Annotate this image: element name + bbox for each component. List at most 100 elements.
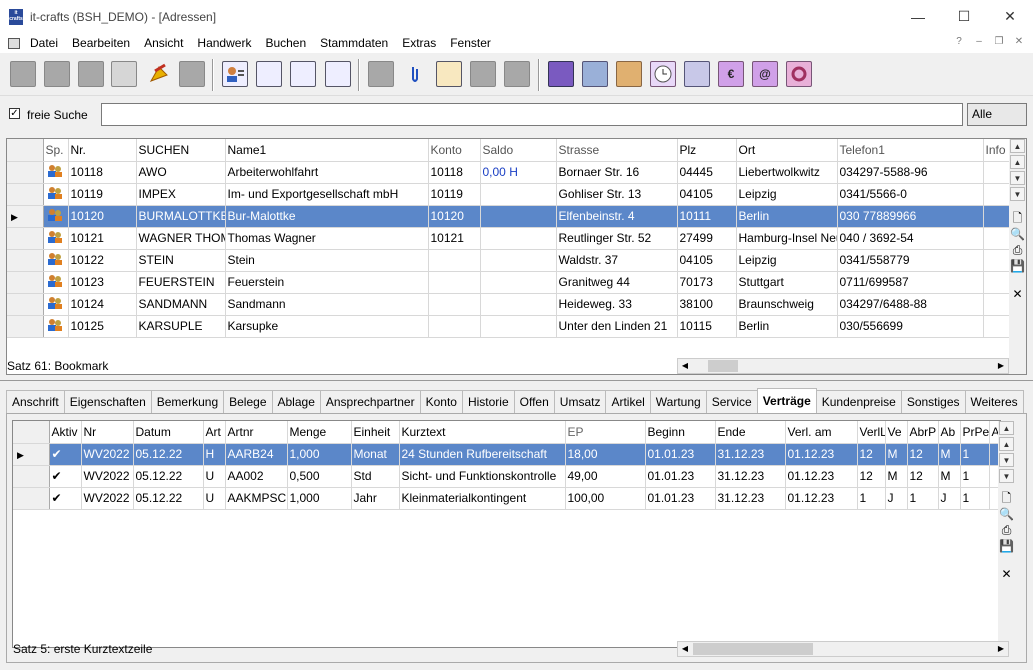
cell-ab[interactable]: J — [938, 487, 961, 510]
cell-konto[interactable]: 10118 — [428, 161, 481, 184]
cell-menge[interactable]: 1,000 — [287, 487, 352, 510]
cell-info[interactable] — [983, 227, 1011, 250]
menu-ansicht[interactable]: Ansicht — [144, 36, 183, 50]
menu-extras[interactable]: Extras — [402, 36, 436, 50]
cell-saldo[interactable]: 0,00 H — [480, 161, 557, 184]
cell-verl[interactable]: 01.12.23 — [785, 487, 858, 510]
address-card-icon[interactable] — [222, 61, 248, 87]
cell-verl[interactable]: 01.12.23 — [785, 465, 858, 488]
cell-name1[interactable]: Feuerstein — [225, 271, 429, 294]
table-row[interactable]: 10123 FEUERSTEIN Feuerstein Granitweg 44 701… — [7, 271, 1011, 294]
tab-anschrift[interactable]: Anschrift — [6, 390, 65, 413]
document-icon[interactable] — [256, 61, 282, 87]
save-icon[interactable]: 💾 — [999, 539, 1014, 554]
cell-saldo[interactable] — [480, 271, 557, 294]
cell-name1[interactable]: Bur-Malottke — [225, 205, 429, 228]
tab-belege[interactable]: Belege — [223, 390, 273, 413]
cell-nr[interactable]: 10122 — [68, 249, 137, 272]
cell-artnr[interactable]: AA002 — [225, 465, 288, 488]
cell-art[interactable]: U — [203, 465, 226, 488]
cell-konto[interactable] — [428, 293, 481, 316]
cell-nr[interactable]: 10123 — [68, 271, 137, 294]
minimize-button[interactable]: — — [895, 0, 941, 33]
cell-suchen[interactable]: WAGNER THOM — [136, 227, 226, 250]
cell-info[interactable] — [983, 205, 1011, 228]
tab-kundenpreise[interactable]: Kundenpreise — [815, 390, 902, 413]
cell-artnr[interactable]: AARB24 — [225, 443, 288, 466]
table-row[interactable]: ▶ 10120 BURMALOTTKE Bur-Malottke 10120 Elfenb… — [7, 205, 1011, 228]
cell-ve[interactable]: M — [885, 465, 908, 488]
tab-umsatz[interactable]: Umsatz — [553, 390, 607, 413]
col-nr[interactable]: Nr. — [68, 139, 137, 162]
cell-plz[interactable]: 04105 — [677, 183, 737, 206]
col-verl-am[interactable]: Verl. am — [785, 421, 858, 444]
tab-eigenschaften[interactable]: Eigenschaften — [63, 390, 152, 413]
scroll-left-icon[interactable]: ◀ — [678, 359, 692, 373]
new-record-icon[interactable]: 🗋 — [1010, 211, 1025, 226]
cell-kurztext[interactable]: Sicht- und Funktionskontrolle — [399, 465, 566, 488]
cell-art[interactable]: U — [203, 487, 226, 510]
cell-ep[interactable]: 49,00 — [565, 465, 646, 488]
cell-ab[interactable]: M — [938, 443, 961, 466]
cell-info[interactable] — [983, 183, 1011, 206]
row-indicator[interactable]: ▶ — [7, 205, 44, 228]
cell-suchen[interactable]: SANDMANN — [136, 293, 226, 316]
cell-verll[interactable]: 12 — [857, 443, 886, 466]
table-row[interactable]: 10118 AWO Arbeiterwohlfahrt 10118 0,00 H Born… — [7, 161, 1011, 184]
cell-ende[interactable]: 31.12.23 — [715, 443, 786, 466]
cell-prpe[interactable]: 1 — [960, 465, 990, 488]
menu-buchen[interactable]: Buchen — [265, 36, 306, 50]
col-beginn[interactable]: Beginn — [645, 421, 716, 444]
tab-wartung[interactable]: Wartung — [649, 390, 707, 413]
col-ve[interactable]: Ve — [885, 421, 908, 444]
cell-plz[interactable]: 04445 — [677, 161, 737, 184]
edit-icon[interactable] — [44, 61, 70, 87]
cell-info[interactable] — [983, 271, 1011, 294]
people-icon[interactable] — [582, 61, 608, 87]
calendar-note-icon[interactable] — [290, 61, 316, 87]
cell-suchen[interactable]: FEUERSTEIN — [136, 271, 226, 294]
cell-nr[interactable]: 10120 — [68, 205, 137, 228]
row-indicator[interactable] — [13, 487, 50, 510]
cell-suchen[interactable]: BURMALOTTKE — [136, 205, 226, 228]
col-suchen[interactable]: SUCHEN — [136, 139, 226, 162]
col-kurztext[interactable]: Kurztext — [399, 421, 566, 444]
col-art[interactable]: Art — [203, 421, 226, 444]
cell-verll[interactable]: 12 — [857, 465, 886, 488]
tab-weiteres[interactable]: Weiteres — [964, 390, 1024, 413]
cell-ab[interactable]: M — [938, 465, 961, 488]
save-icon[interactable]: 💾 — [1010, 259, 1025, 274]
free-search-checkbox[interactable]: ✓ — [9, 108, 20, 119]
maximize-button[interactable]: ☐ — [941, 0, 987, 33]
cell-plz[interactable]: 27499 — [677, 227, 737, 250]
table-row[interactable]: 10121 WAGNER THOM Thomas Wagner 10121 Reutli… — [7, 227, 1011, 250]
scroll-right-icon[interactable]: ▶ — [994, 642, 1008, 656]
cell-strasse[interactable]: Heideweg. 33 — [556, 293, 678, 316]
menu-bearbeiten[interactable]: Bearbeiten — [72, 36, 130, 50]
cell-einheit[interactable]: Std — [351, 465, 400, 488]
contracts-hscroll-thumb[interactable] — [693, 643, 813, 655]
filter-select[interactable]: Alle — [967, 103, 1027, 126]
export-icon[interactable] — [145, 61, 171, 87]
menu-datei[interactable]: Datei — [30, 36, 58, 50]
search-input[interactable] — [101, 103, 963, 126]
col-verll[interactable]: VerlL — [857, 421, 886, 444]
cell-datum[interactable]: 05.12.22 — [133, 465, 204, 488]
col-abrp[interactable]: AbrP — [907, 421, 939, 444]
col-aktiv[interactable]: Aktiv — [49, 421, 82, 444]
cell-aktiv[interactable]: ✔ — [49, 487, 82, 510]
row-indicator[interactable] — [13, 465, 50, 488]
scroll-left-icon[interactable]: ◀ — [678, 642, 692, 656]
cell-menge[interactable]: 0,500 — [287, 465, 352, 488]
cell-nr[interactable]: 10119 — [68, 183, 137, 206]
col-name1[interactable]: Name1 — [225, 139, 429, 162]
col-ort[interactable]: Ort — [736, 139, 838, 162]
row-indicator[interactable] — [7, 161, 44, 184]
cell-ort[interactable]: Berlin — [736, 315, 838, 338]
cell-plz[interactable]: 38100 — [677, 293, 737, 316]
new-icon[interactable] — [10, 61, 36, 87]
cell-name1[interactable]: Arbeiterwohlfahrt — [225, 161, 429, 184]
cell-saldo[interactable] — [480, 183, 557, 206]
cell-info[interactable] — [983, 293, 1011, 316]
cell-abrp[interactable]: 12 — [907, 465, 939, 488]
